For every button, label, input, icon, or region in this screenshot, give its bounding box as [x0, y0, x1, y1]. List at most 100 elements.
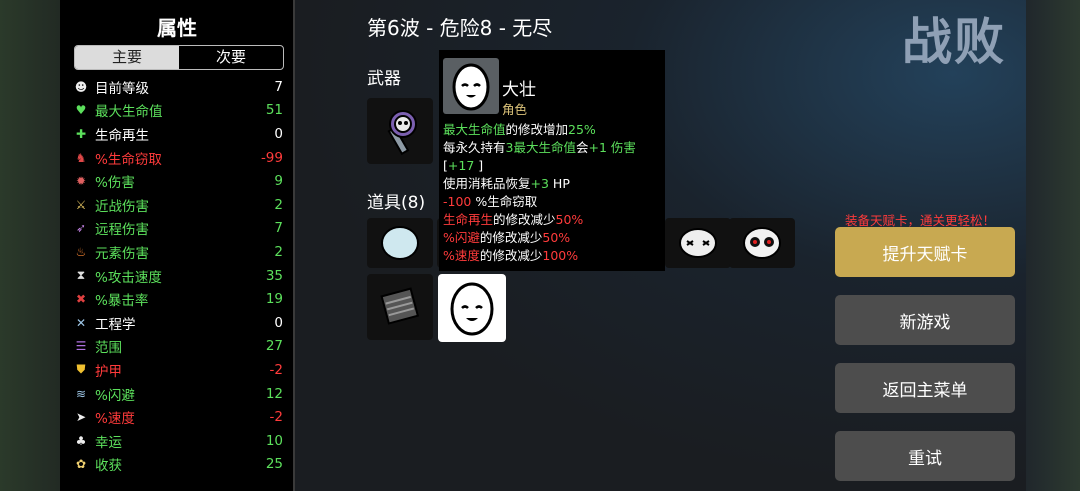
tooltip-line: %闪避的修改减少50% — [443, 229, 665, 247]
skull-staff-icon — [387, 110, 417, 156]
tooltip-line: 生命再生的修改减少50% — [443, 211, 665, 229]
tooltip-line: 使用消耗品恢复+3 HP — [443, 175, 665, 193]
items-label: 道具(8) — [367, 193, 426, 213]
stat-row[interactable]: ✕ 工程学 0 — [72, 311, 283, 335]
tooltip-segment: +3 — [530, 176, 549, 191]
tooltip-segment: 100% — [542, 248, 579, 263]
tooltip-line: 每永久持有3最大生命值会+1 伤害 — [443, 139, 665, 157]
stat-value: 7 — [274, 220, 283, 237]
item-slot[interactable] — [367, 274, 433, 340]
stat-row[interactable]: ☻ 目前等级 7 — [72, 75, 283, 99]
armor-icon: ⛊ — [76, 362, 86, 377]
stat-row[interactable]: ⛊ 护甲 -2 — [72, 358, 283, 382]
ghost-face-icon — [743, 227, 781, 259]
dodge-icon: ≋ — [75, 386, 87, 401]
range-icon: ☰ — [75, 339, 87, 354]
stat-label: 最大生命值 — [95, 104, 163, 121]
tooltip-segment: %闪避 — [443, 230, 480, 245]
speed-icon: ➤ — [75, 410, 87, 425]
tooltip-segment: 使用消耗品恢复 — [443, 176, 531, 191]
stat-value: 10 — [265, 432, 283, 449]
stat-row[interactable]: ⚔ 近战伤害 2 — [72, 193, 283, 217]
tooltip-segment: 最大生命值 — [443, 122, 506, 137]
character-slot[interactable] — [438, 274, 506, 342]
stat-row[interactable]: ♞ %生命窃取 -99 — [72, 146, 283, 170]
armor-plate-icon — [380, 287, 420, 325]
stat-row[interactable]: ✿ 收获 25 — [72, 453, 283, 477]
tooltip-segment: %生命窃取 — [471, 194, 538, 209]
background-left — [0, 0, 60, 491]
stat-row[interactable]: ☰ 范围 27 — [72, 335, 283, 359]
tooltip-line: [+17 ] — [443, 157, 665, 175]
stat-label: 目前等级 — [95, 80, 149, 97]
tooltip-effects: 最大生命值的修改增加25% 每永久持有3最大生命值会+1 伤害 [+17 ] 使用消耗… — [443, 121, 665, 265]
tooltip-segment: 会 — [575, 140, 589, 155]
stat-value: 51 — [265, 102, 283, 119]
stat-row[interactable]: ➤ %速度 -2 — [72, 405, 283, 429]
stats-panel: 属性 主要 次要 ☻ 目前等级 7 ♥ 最大生命值 51 ✚ 生命再生 0 ♞ %生命窃取 -99 ✹%… — [60, 0, 294, 491]
stat-row[interactable]: ≋ %闪避 12 — [72, 382, 283, 406]
item-slot[interactable] — [665, 218, 731, 268]
tooltip-line: 最大生命值的修改增加25% — [443, 121, 665, 139]
background-right — [1026, 0, 1080, 491]
new-game-button[interactable]: 新游戏 — [835, 295, 1015, 345]
upgrade-talent-button[interactable]: 提升天赋卡 — [835, 227, 1015, 277]
tooltip-segment: 的修改减少 — [479, 230, 543, 245]
tooltip-line: %速度的修改减少100% — [443, 247, 665, 265]
stat-row[interactable]: ➶ 远程伤害 7 — [72, 217, 283, 241]
stat-value: 0 — [274, 125, 283, 142]
tooltip-portrait — [443, 58, 499, 114]
stat-row[interactable]: ♨ 元素伤害 2 — [72, 240, 283, 264]
stat-label: 收获 — [95, 458, 122, 475]
wrench-icon: ✕ — [75, 315, 87, 330]
item-slot[interactable] — [367, 218, 433, 268]
stat-value: 27 — [265, 338, 283, 355]
tooltip-segment: 50% — [555, 212, 584, 227]
stat-value: 0 — [274, 314, 283, 331]
tab-primary[interactable]: 主要 — [75, 46, 179, 69]
tooltip-segment: +17 — [447, 158, 475, 173]
level-icon: ☻ — [74, 79, 88, 94]
hourglass-icon: ⧗ — [76, 268, 86, 283]
tooltip-segment: 50% — [542, 230, 571, 245]
tooltip-segment: HP — [548, 176, 570, 191]
tooltip-segment: 生命再生 — [443, 212, 494, 227]
stat-label: %攻击速度 — [95, 269, 162, 286]
stat-row[interactable]: ✖ %暴击率 19 — [72, 287, 283, 311]
lifesteal-icon: ♞ — [75, 150, 87, 165]
tooltip-name: 大壮 — [502, 80, 536, 100]
tooltip-segment: 伤害 — [606, 140, 636, 155]
defeat-title: 战败 — [902, 13, 1006, 71]
item-slot[interactable] — [729, 218, 795, 268]
tooltip-segment: 每永久持有 — [443, 140, 506, 155]
stat-label: 近战伤害 — [95, 198, 149, 215]
ice-item-icon — [381, 226, 419, 260]
weapon-slot[interactable] — [367, 98, 433, 164]
stat-value: 25 — [265, 456, 283, 473]
stat-label: %生命窃取 — [95, 151, 162, 168]
tooltip-segment: -100 — [443, 194, 472, 209]
retry-button[interactable]: 重试 — [835, 431, 1015, 481]
tooltip-segment: +1 — [588, 140, 607, 155]
tooltip-segment: 的修改减少 — [493, 212, 556, 227]
stat-value: 2 — [274, 196, 283, 213]
tooltip-type: 角色 — [502, 102, 528, 117]
heart-icon: ♥ — [75, 103, 87, 118]
stat-row[interactable]: ✹ %伤害 9 — [72, 169, 283, 193]
stat-row[interactable]: ✚ 生命再生 0 — [72, 122, 283, 146]
weapons-label: 武器 — [367, 69, 401, 89]
stat-row[interactable]: ⧗ %攻击速度 35 — [72, 264, 283, 288]
melee-icon: ⚔ — [75, 197, 87, 212]
stat-row[interactable]: ♥ 最大生命值 51 — [72, 99, 283, 123]
stat-label: 元素伤害 — [95, 245, 149, 262]
stat-row[interactable]: ♣ 幸运 10 — [72, 429, 283, 453]
tooltip-segment: 25% — [568, 122, 596, 137]
stat-value: -2 — [269, 361, 283, 378]
stat-label: %暴击率 — [95, 293, 149, 310]
main-menu-button[interactable]: 返回主菜单 — [835, 363, 1015, 413]
stat-label: 护甲 — [95, 363, 122, 380]
tab-secondary[interactable]: 次要 — [179, 46, 283, 69]
regen-icon: ✚ — [75, 126, 87, 141]
tooltip-segment: 的修改减少 — [479, 248, 543, 263]
stat-label: 生命再生 — [95, 127, 149, 144]
